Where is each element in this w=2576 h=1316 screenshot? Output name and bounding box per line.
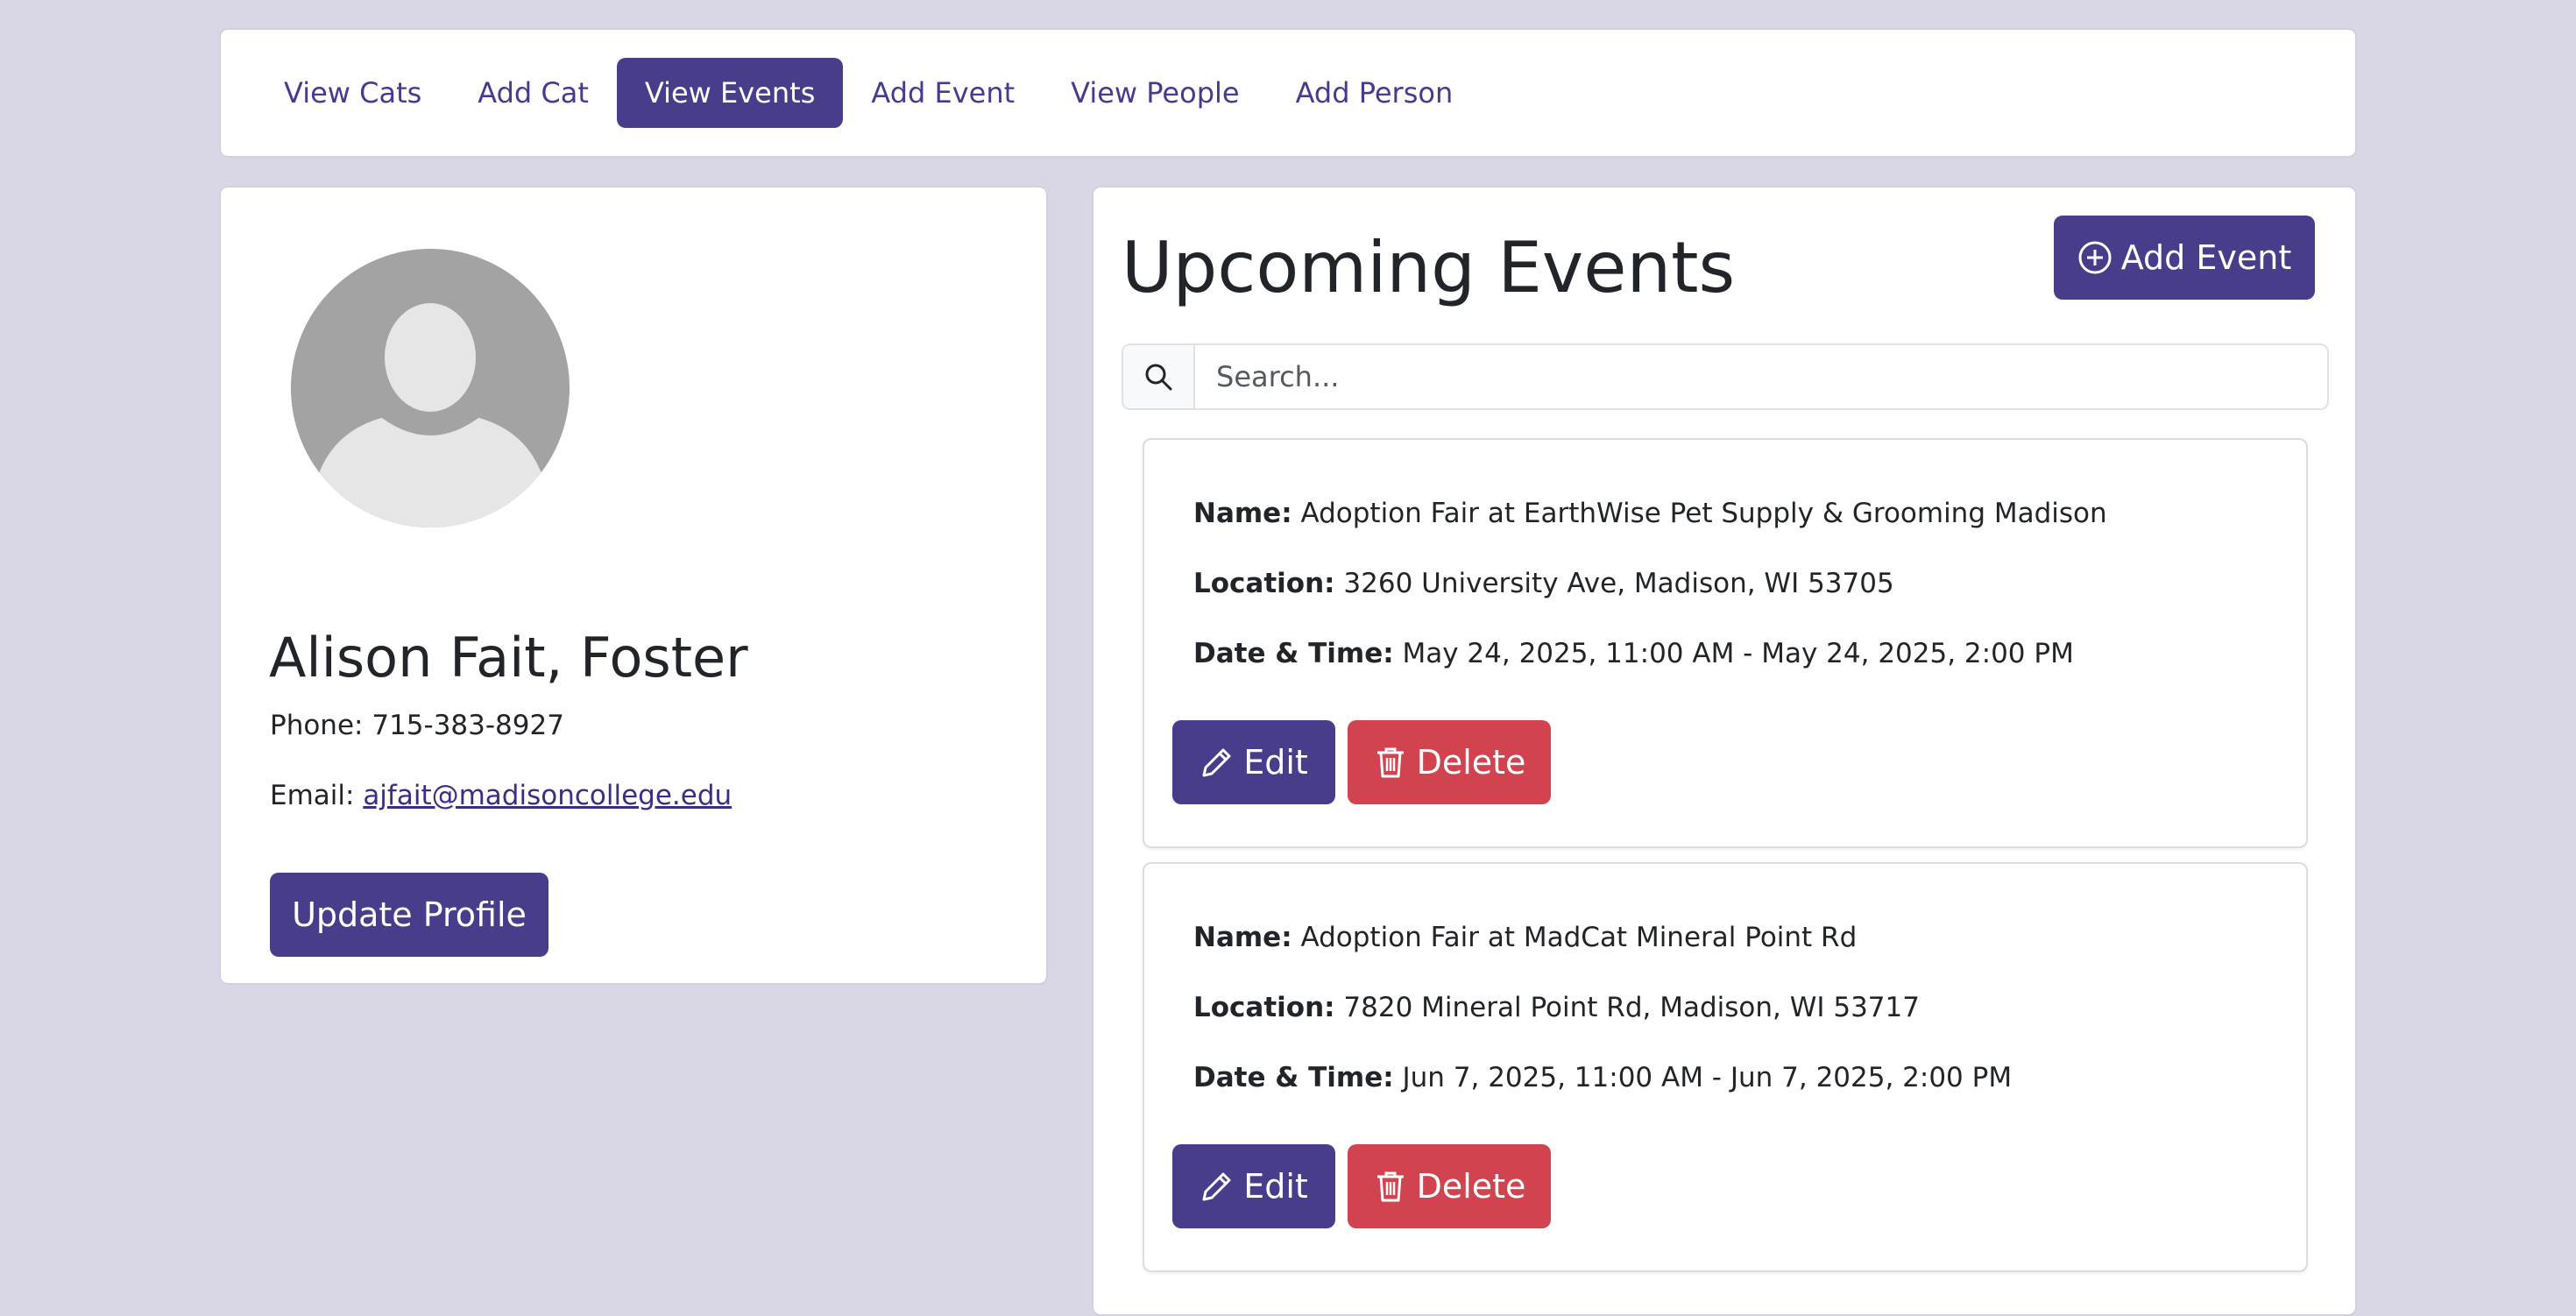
event-name-value: Adoption Fair at MadCat Mineral Point Rd: [1300, 922, 1858, 953]
delete-label: Delete: [1416, 1167, 1526, 1206]
pencil-icon: [1200, 745, 1235, 780]
event-name: Name: Adoption Fair at EarthWise Pet Sup…: [1193, 498, 2107, 529]
phone-value: 715-383-8927: [372, 710, 564, 741]
event-datetime-label: Date & Time:: [1193, 1062, 1394, 1093]
nav-list: View Cats Add Cat View Events Add Event …: [256, 58, 1481, 128]
event-name-label: Name:: [1193, 922, 1292, 953]
nav-add-event[interactable]: Add Event: [843, 58, 1043, 128]
profile-card: Alison Fait, Foster Phone: 715-383-8927 …: [219, 186, 1048, 985]
search-bar: [1122, 343, 2329, 410]
event-name-label: Name:: [1193, 498, 1292, 529]
add-event-label: Add Event: [2120, 238, 2292, 277]
delete-event-button[interactable]: Delete: [1348, 720, 1551, 804]
nav-view-cats[interactable]: View Cats: [256, 58, 449, 128]
event-location-label: Location:: [1193, 568, 1335, 599]
event-name-value: Adoption Fair at EarthWise Pet Supply & …: [1300, 498, 2107, 529]
event-location: Location: 7820 Mineral Point Rd, Madison…: [1193, 992, 1920, 1023]
avatar: [291, 249, 570, 527]
email-label: Email:: [270, 780, 355, 811]
edit-label: Edit: [1243, 1167, 1308, 1206]
profile-email: Email: ajfait@madisoncollege.edu: [270, 780, 732, 811]
events-panel: Upcoming Events Add Event Name: Adopti: [1092, 186, 2357, 1316]
event-location-value: 3260 University Ave, Madison, WI 53705: [1343, 568, 1894, 599]
event-name: Name: Adoption Fair at MadCat Mineral Po…: [1193, 922, 1857, 953]
event-datetime: Date & Time: May 24, 2025, 11:00 AM - Ma…: [1193, 638, 2074, 669]
profile-name: Alison Fait, Foster: [269, 626, 748, 690]
profile-phone: Phone: 715-383-8927: [270, 710, 564, 741]
nav-view-events[interactable]: View Events: [616, 58, 844, 128]
nav-view-people[interactable]: View People: [1043, 58, 1267, 128]
event-card: Name: Adoption Fair at EarthWise Pet Sup…: [1143, 438, 2308, 848]
edit-event-button[interactable]: Edit: [1172, 720, 1335, 804]
nav-add-cat[interactable]: Add Cat: [449, 58, 617, 128]
phone-label: Phone:: [270, 710, 364, 741]
page-title: Upcoming Events: [1122, 227, 1736, 308]
pencil-icon: [1200, 1169, 1235, 1204]
event-datetime: Date & Time: Jun 7, 2025, 11:00 AM - Jun…: [1193, 1062, 2012, 1093]
event-location-value: 7820 Mineral Point Rd, Madison, WI 53717: [1343, 992, 1920, 1023]
top-navigation: View Cats Add Cat View Events Add Event …: [219, 28, 2357, 158]
update-profile-button[interactable]: Update Profile: [270, 873, 548, 957]
search-icon: [1143, 362, 1173, 392]
event-datetime-label: Date & Time:: [1193, 638, 1394, 669]
add-event-button[interactable]: Add Event: [2054, 216, 2315, 300]
nav-add-person[interactable]: Add Person: [1268, 58, 1482, 128]
event-card: Name: Adoption Fair at MadCat Mineral Po…: [1143, 862, 2308, 1272]
delete-event-button[interactable]: Delete: [1348, 1144, 1551, 1228]
trash-icon: [1373, 1169, 1408, 1204]
email-link[interactable]: ajfait@madisoncollege.edu: [363, 780, 732, 811]
event-location: Location: 3260 University Ave, Madison, …: [1193, 568, 1894, 599]
edit-event-button[interactable]: Edit: [1172, 1144, 1335, 1228]
user-avatar-icon: [291, 249, 570, 527]
plus-circle-icon: [2077, 240, 2112, 275]
event-datetime-value: Jun 7, 2025, 11:00 AM - Jun 7, 2025, 2:0…: [1402, 1062, 2013, 1093]
search-input[interactable]: [1195, 345, 2327, 408]
search-addon: [1123, 345, 1195, 408]
trash-icon: [1373, 745, 1408, 780]
edit-label: Edit: [1243, 743, 1308, 782]
delete-label: Delete: [1416, 743, 1526, 782]
event-datetime-value: May 24, 2025, 11:00 AM - May 24, 2025, 2…: [1402, 638, 2074, 669]
event-location-label: Location:: [1193, 992, 1335, 1023]
